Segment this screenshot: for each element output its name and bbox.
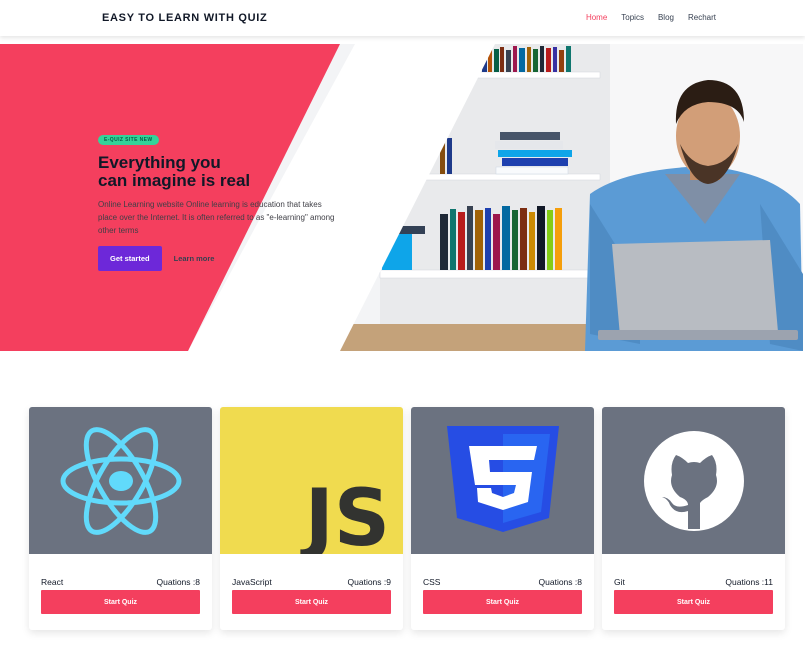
hero-content: E-QUIZ SITE NEW Everything you can imagi… [98,128,338,271]
hero-description: Online Learning website Online learning … [98,200,335,235]
card-image [411,407,594,554]
react-logo-icon [60,426,181,535]
nav-link-rechart[interactable]: Rechart [688,13,716,22]
card-meta: React Quations :8 [29,554,212,587]
hero-title-line1: Everything you [98,153,221,172]
site-brand[interactable]: EASY TO LEARN WITH QUIZ [102,12,267,24]
github-logo-icon [643,430,744,531]
quiz-topic-cards: React Quations :8 Start Quiz JS JavaScri… [29,407,785,630]
card-question-count: Quations :9 [347,577,391,587]
quiz-card-css: CSS Quations :8 Start Quiz [411,407,594,630]
quiz-card-react: React Quations :8 Start Quiz [29,407,212,630]
card-topic-name: JavaScript [232,577,272,587]
quiz-card-git: Git Quations :11 Start Quiz [602,407,785,630]
css3-logo-icon [446,425,559,532]
card-meta: CSS Quations :8 [411,554,594,587]
javascript-logo-icon: JS [300,474,390,554]
card-image: JS [220,407,403,554]
card-meta: JavaScript Quations :9 [220,554,403,587]
nav-link-home[interactable]: Home [586,13,607,22]
start-quiz-button[interactable]: Start Quiz [423,590,582,614]
card-question-count: Quations :11 [725,577,773,587]
quiz-card-javascript: JS JavaScript Quations :9 Start Quiz [220,407,403,630]
nav-link-blog[interactable]: Blog [658,13,674,22]
learn-more-link[interactable]: Learn more [174,254,215,263]
nav-link-topics[interactable]: Topics [621,13,644,22]
get-started-button[interactable]: Get started [98,246,162,271]
main-nav: Home Topics Blog Rechart [586,13,716,22]
start-quiz-button[interactable]: Start Quiz [232,590,391,614]
card-topic-name: CSS [423,577,441,587]
card-topic-name: React [41,577,64,587]
start-quiz-button[interactable]: Start Quiz [614,590,773,614]
card-question-count: Quations :8 [156,577,200,587]
navbar: EASY TO LEARN WITH QUIZ Home Topics Blog… [0,0,805,36]
hero-section: E-QUIZ SITE NEW Everything you can imagi… [0,44,803,351]
card-image [29,407,212,554]
hero-actions: Get started Learn more [98,246,338,271]
card-image [602,407,785,554]
card-topic-name: Git [614,577,625,587]
start-quiz-button[interactable]: Start Quiz [41,590,200,614]
card-question-count: Quations :8 [538,577,582,587]
hero-title-line2: can imagine is real [98,171,251,190]
svg-text:JS: JS [300,474,390,554]
hero-title: Everything you can imagine is real [98,154,338,190]
hero-badge: E-QUIZ SITE NEW [98,135,159,145]
card-meta: Git Quations :11 [602,554,785,587]
